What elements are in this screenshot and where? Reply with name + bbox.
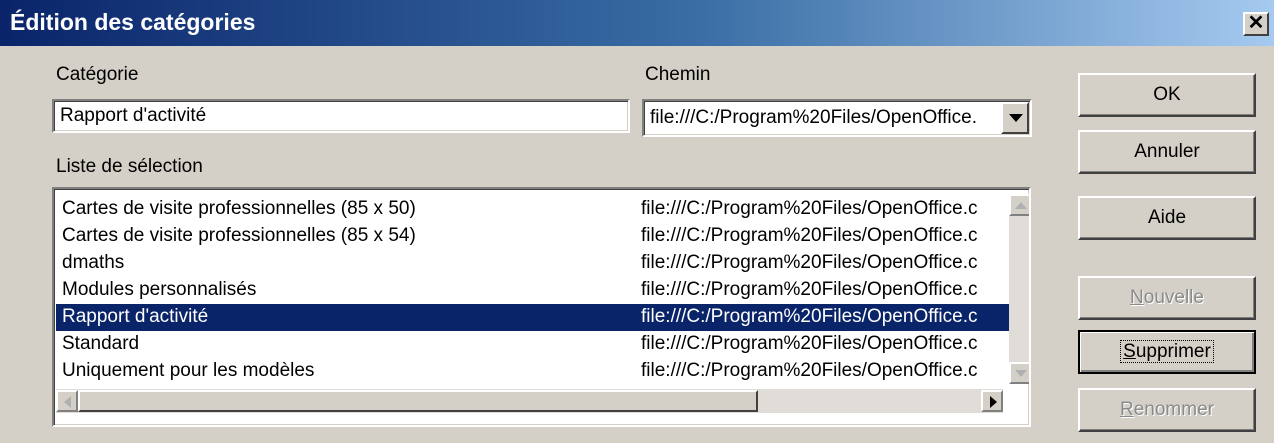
horizontal-scrollbar[interactable]	[56, 389, 1003, 413]
new-button-accel: N	[1130, 287, 1144, 308]
vertical-scrollbar[interactable]	[1009, 194, 1029, 384]
dialog-window: Édition des catégories ✕ Catégorie Chemi…	[0, 0, 1274, 443]
delete-button-label: upprimer	[1135, 341, 1211, 362]
list-item[interactable]: Rapport d'activité file:///C:/Program%20F…	[56, 304, 1010, 331]
list-item[interactable]: Standard file:///C:/Program%20Files/OpenO…	[56, 331, 1010, 358]
delete-button-accel: S	[1123, 341, 1136, 362]
close-icon[interactable]: ✕	[1243, 12, 1269, 36]
delete-button-focus: Supprimer	[1120, 340, 1214, 363]
list-item-category: Rapport d'activité	[62, 306, 209, 327]
cancel-button[interactable]: Annuler	[1078, 130, 1256, 174]
list-item[interactable]: Uniquement pour les modèles file:///C:/Pr…	[56, 358, 1010, 385]
rename-button-label: enommer	[1133, 399, 1214, 420]
category-listbox[interactable]: Cartes de visite professionnelles (85 x …	[52, 187, 1031, 427]
new-button[interactable]: Nouvelle	[1078, 276, 1256, 320]
list-item-category: Cartes de visite professionnelles (85 x …	[62, 198, 416, 219]
category-input[interactable]: Rapport d'activité	[52, 99, 630, 133]
scroll-down-icon[interactable]	[1009, 362, 1029, 384]
ok-button[interactable]: OK	[1078, 73, 1256, 117]
list-item-category: Uniquement pour les modèles	[62, 360, 315, 381]
list-item-category: dmaths	[62, 252, 125, 273]
horizontal-scroll-thumb[interactable]	[78, 390, 758, 412]
list-item-category: Standard	[62, 333, 140, 354]
title-bar[interactable]: Édition des catégories ✕	[0, 0, 1274, 46]
path-combobox-value: file:///C:/Program%20Files/OpenOffice.	[650, 107, 977, 128]
list-item-path: file:///C:/Program%20Files/OpenOffice.c	[641, 198, 978, 219]
list-item-path: file:///C:/Program%20Files/OpenOffice.c	[641, 306, 978, 327]
new-button-label: ouvelle	[1143, 287, 1204, 308]
list-item[interactable]: dmaths file:///C:/Program%20Files/OpenOff…	[56, 250, 1010, 277]
list-item-path: file:///C:/Program%20Files/OpenOffice.c	[641, 252, 978, 273]
list-item-category: Modules personnalisés	[62, 279, 257, 300]
rename-button-accel: R	[1120, 399, 1134, 420]
path-label: Chemin	[645, 64, 711, 85]
scroll-left-icon[interactable]	[56, 390, 78, 412]
delete-button[interactable]: Supprimer	[1078, 330, 1256, 374]
path-combobox[interactable]: file:///C:/Program%20Files/OpenOffice.	[642, 99, 1032, 137]
selection-list-label: Liste de sélection	[56, 156, 203, 177]
scroll-right-icon[interactable]	[981, 390, 1003, 412]
list-item[interactable]: Cartes de visite professionnelles (85 x …	[56, 196, 1010, 223]
list-item-path: file:///C:/Program%20Files/OpenOffice.c	[641, 225, 978, 246]
scroll-up-icon[interactable]	[1009, 194, 1029, 216]
list-item[interactable]: Modules personnalisés file:///C:/Program%…	[56, 277, 1010, 304]
rename-button[interactable]: Renommer	[1078, 388, 1256, 432]
category-label: Catégorie	[56, 64, 139, 85]
list-item-path: file:///C:/Program%20Files/OpenOffice.c	[641, 360, 978, 381]
window-title: Édition des catégories	[10, 9, 256, 35]
chevron-down-icon[interactable]	[1001, 102, 1029, 134]
list-item-path: file:///C:/Program%20Files/OpenOffice.c	[641, 279, 978, 300]
list-item-path: file:///C:/Program%20Files/OpenOffice.c	[641, 333, 978, 354]
list-rows: Cartes de visite professionnelles (85 x …	[56, 196, 1010, 385]
list-item-category: Cartes de visite professionnelles (85 x …	[62, 225, 416, 246]
list-item[interactable]: Cartes de visite professionnelles (85 x …	[56, 223, 1010, 250]
help-button[interactable]: Aide	[1078, 196, 1256, 240]
